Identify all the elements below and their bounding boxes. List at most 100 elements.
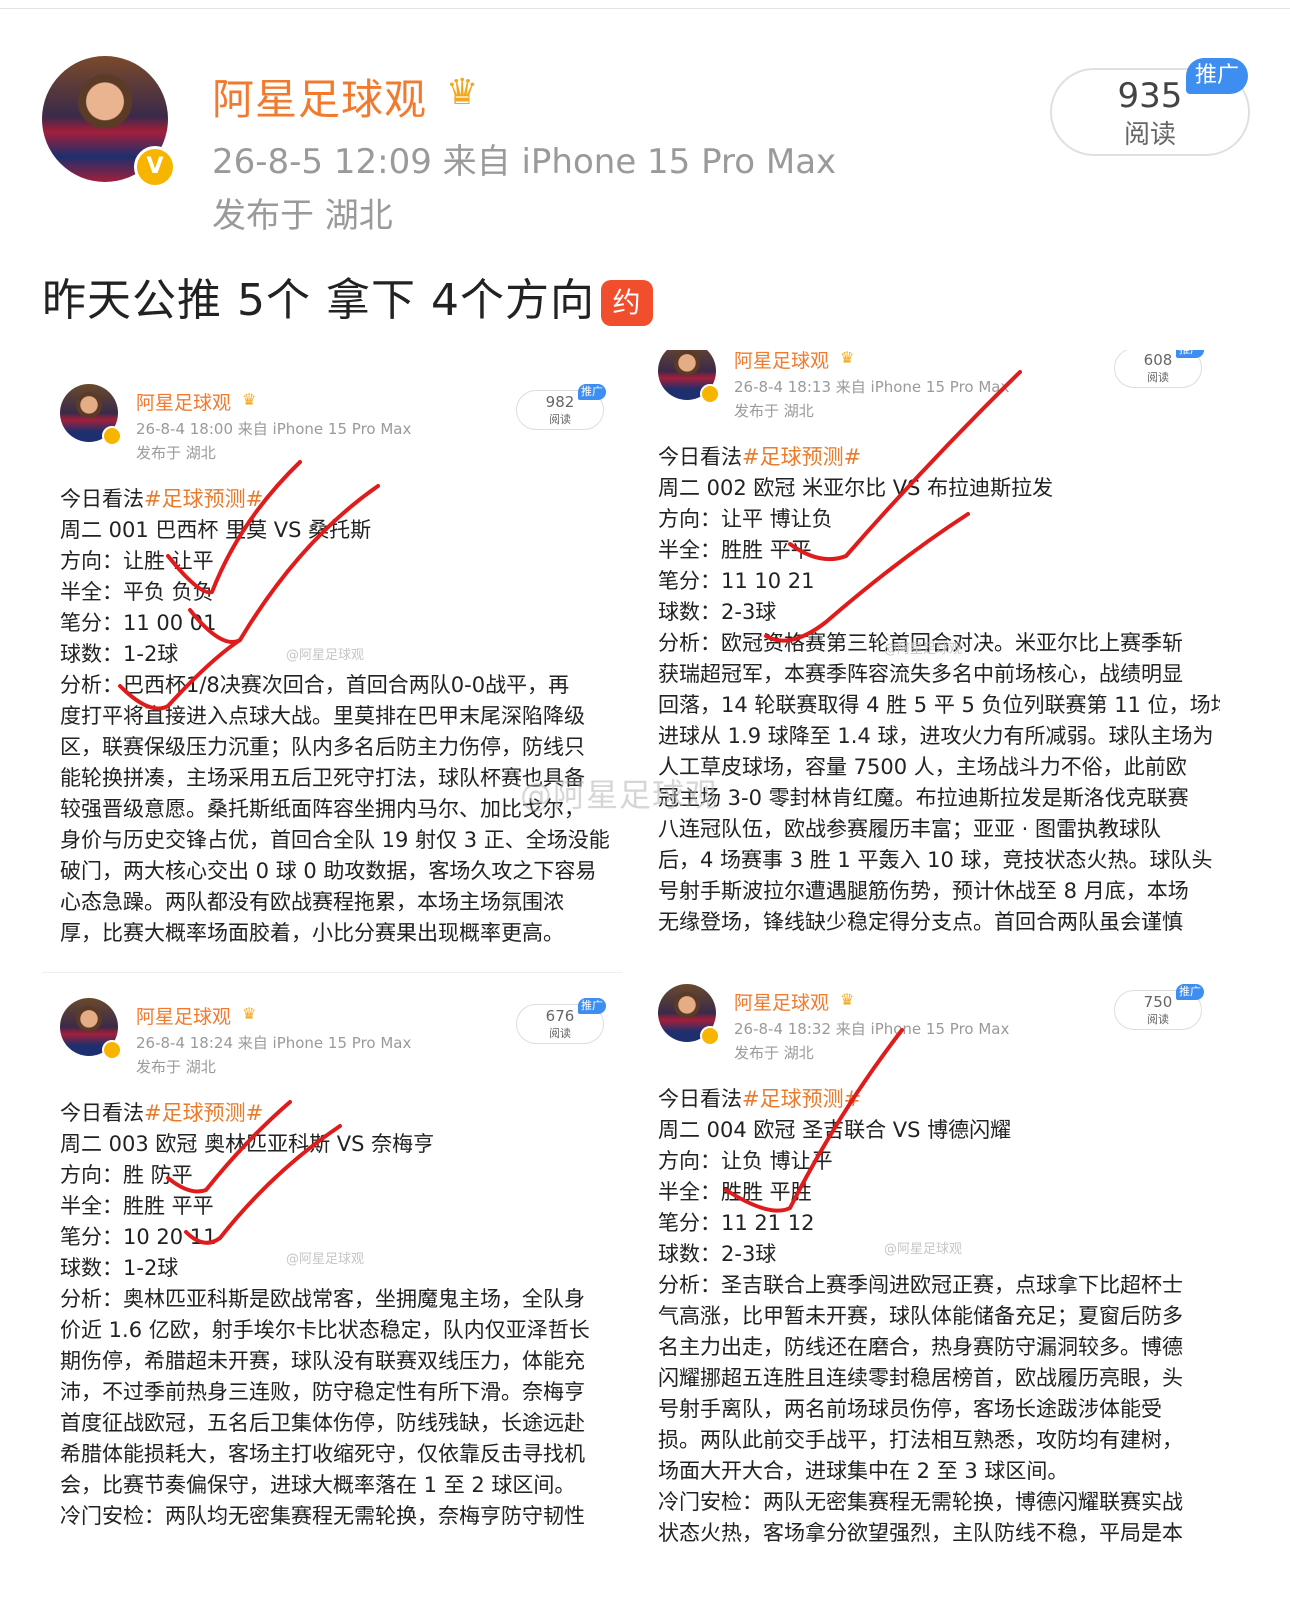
card-line: 会，比赛节奏偏保守，进球大概率落在 1 至 2 球区间。 [60, 1473, 576, 1497]
card-line: 获瑞超冠军，本赛季阵容流失多名中前场核心，战绩明显 [658, 662, 1183, 686]
card-line: 进球从 1.9 球降至 1.4 球，进攻火力有所减弱。球队主场为 [658, 724, 1214, 748]
card-line: 今日看法#足球预测# [60, 484, 610, 515]
card-line: 冷门安检：两队无密集赛程无需轮换，博德闪耀联赛实战 [658, 1490, 1183, 1514]
card-line: 沛，不过季前热身三连败，防守稳定性有所下滑。奈梅亨 [60, 1380, 585, 1404]
card-line: 分析：巴西杯1/8决赛次回合，首回合两队0-0战平，再 [60, 673, 570, 697]
promote-badge[interactable]: 推广 [1186, 58, 1248, 94]
card-meta: 26-8-4 18:13 来自 iPhone 15 Pro Max [734, 378, 1010, 396]
card-location: 发布于 湖北 [734, 402, 814, 420]
card-line: 方向：胜 防平 [60, 1163, 193, 1187]
card-line: 半全：胜胜 平平 [60, 1194, 214, 1218]
card-line: 方向：让负 博让平 [658, 1149, 833, 1173]
screenshot-card-2[interactable]: 阿星足球观 ♛ 26-8-4 18:13 来自 iPhone 15 Pro Max 发… [654, 350, 1220, 970]
post-location: 发布于 湖北 [212, 196, 393, 236]
card-line: 回落，14 轮联赛取得 4 胜 5 平 5 负位列联赛第 11 位，场均 [658, 693, 1220, 717]
card-line: 希腊体能损耗大，客场主打收缩死守，仅依靠反击寻找机 [60, 1442, 585, 1466]
card-line: 方向：让胜 让平 [60, 549, 214, 573]
card-line: 价近 1.6 亿欧，射手埃尔卡比状态稳定，队内仅亚泽哲长 [60, 1318, 590, 1342]
card-promote-badge: 推广 [578, 384, 606, 400]
card-line: 八连冠队伍，欧战参赛履历丰富；亚亚 · 图雷执教球队 [658, 817, 1162, 841]
card-author-name: 阿星足球观 [734, 992, 830, 1014]
post-meta: 26-8-5 12:09 来自 iPhone 15 Pro Max [212, 142, 837, 182]
card-line: 损。两队此前交手战平，打法相互熟悉，攻防均有建树， [658, 1428, 1183, 1452]
card-line: 周二 002 欧冠 米亚尔比 VS 布拉迪斯拉发 [658, 476, 1054, 500]
card-line: 冠主场 3-0 零封林肯红魔。布拉迪斯拉发是斯洛伐克联赛 [658, 786, 1189, 810]
topic-hashtag[interactable]: #足球预测# [144, 1101, 263, 1125]
post-headline: 昨天公推 5个 拿下 4个方向约 [42, 264, 653, 328]
card-read-label: 阅读 [549, 413, 571, 426]
yue-emoji-icon: 约 [600, 280, 653, 326]
verified-badge-icon: V [134, 146, 176, 188]
card-line: 破门，两大核心交出 0 球 0 助攻数据，客场久攻之下容易 [60, 859, 597, 883]
card-line: 方向：让平 博让负 [658, 507, 833, 531]
card-line: 名主力出走，防线还在磨合，热身赛防守漏洞较多。博德 [658, 1335, 1183, 1359]
screenshot-card-1[interactable]: 阿星足球观 ♛ 26-8-4 18:00 来自 iPhone 15 Pro Max 发… [56, 376, 622, 976]
card-line: 场面大开大合，进球集中在 2 至 3 球区间。 [658, 1459, 1069, 1483]
card-line-prefix: 今日看法 [60, 1101, 144, 1125]
card-line: 球数：2-3球 [658, 600, 777, 624]
card-line: 半全：平负 负负 [60, 580, 214, 604]
card-line: 半全：胜胜 平平 [658, 538, 812, 562]
card-body: 今日看法#足球预测# 周二 003 欧冠 奥林匹亚科斯 VS 奈梅亨 方向：胜 防平… [60, 1098, 590, 1532]
crown-icon: ♛ [242, 390, 257, 409]
card-author-name: 阿星足球观 [136, 392, 232, 414]
card-line-prefix: 今日看法 [658, 445, 742, 469]
card-line: 无缘登场，锋线缺少稳定得分支点。首回合两队虽会谨慎 [658, 910, 1183, 934]
card-line: 周二 003 欧冠 奥林匹亚科斯 VS 奈梅亨 [60, 1132, 435, 1156]
top-divider [0, 8, 1290, 9]
crown-icon: ♛ [242, 1004, 257, 1023]
card-line: 周二 001 巴西杯 里莫 VS 桑托斯 [60, 518, 372, 542]
image-watermark: @阿星足球观 [520, 776, 719, 814]
card-line: 心态急躁。两队都没有欧战赛程拖累，本场主场氛围浓 [60, 890, 564, 914]
crown-icon: ♛ [446, 72, 479, 113]
card-body: 今日看法#足球预测# 周二 001 巴西杯 里莫 VS 桑托斯 方向：让胜 让平 半全… [60, 484, 610, 949]
card-meta: 26-8-4 18:32 来自 iPhone 15 Pro Max [734, 1020, 1010, 1038]
card-line: 后，4 场赛事 3 胜 1 平轰入 10 球，竞技状态火热。球队头 [658, 848, 1213, 872]
grid-divider [42, 972, 622, 973]
card-line: 厚，比赛大概率场面胶着，小比分赛果出现概率更高。 [60, 921, 564, 945]
card-line: 笔分：11 10 21 [658, 569, 815, 593]
verified-badge-icon [700, 384, 720, 404]
card-line-prefix: 今日看法 [658, 1087, 742, 1111]
card-line-prefix: 今日看法 [60, 487, 144, 511]
card-body: 今日看法#足球预测# 周二 002 欧冠 米亚尔比 VS 布拉迪斯拉发 方向：让平 … [658, 442, 1220, 938]
card-line: 度打平将直接进入点球大战。里莫排在巴甲末尾深陷降级 [60, 704, 585, 728]
card-line: 期伤停，希腊超未开赛，球队没有联赛双线压力，体能充 [60, 1349, 585, 1373]
topic-hashtag[interactable]: #足球预测# [742, 1087, 861, 1111]
read-label: 阅读 [1123, 120, 1176, 150]
headline-text: 昨天公推 5个 拿下 4个方向 [42, 275, 595, 326]
card-line: 笔分：11 21 12 [658, 1211, 815, 1235]
card-line: 气高涨，比甲暂未开赛，球队体能储备充足；夏窗后防多 [658, 1304, 1183, 1328]
card-line: 冷门安检：两队均无密集赛程无需轮换，奈梅亨防守韧性 [60, 1504, 585, 1528]
card-meta: 26-8-4 18:24 来自 iPhone 15 Pro Max [136, 1034, 412, 1052]
card-line: 周二 004 欧冠 圣吉联合 VS 博德闪耀 [658, 1118, 1012, 1142]
card-line: 人工草皮球场，容量 7500 人，主场战斗力不俗，此前欧 [658, 755, 1187, 779]
card-watermark: @阿星足球观 [884, 1242, 963, 1257]
card-read-label: 阅读 [549, 1027, 571, 1040]
card-promote-badge: 推广 [1176, 984, 1204, 1000]
card-meta: 26-8-4 18:00 来自 iPhone 15 Pro Max [136, 420, 412, 438]
card-line: 分析：奥林匹亚科斯是欧战常客，坐拥魔鬼主场，全队身 [60, 1287, 585, 1311]
card-body: 今日看法#足球预测# 周二 004 欧冠 圣吉联合 VS 博德闪耀 方向：让负 博让… [658, 1084, 1183, 1549]
card-watermark: @阿星足球观 [884, 642, 963, 657]
crown-icon: ♛ [840, 990, 855, 1009]
author-name[interactable]: 阿星足球观 [212, 66, 427, 127]
card-read-label: 阅读 [1147, 371, 1169, 384]
card-promote-badge: 推广 [1176, 350, 1204, 358]
verified-badge-icon [102, 426, 122, 446]
card-author-name: 阿星足球观 [734, 350, 830, 372]
card-line: 今日看法#足球预测# [658, 442, 1220, 473]
card-line: 状态火热，客场拿分欲望强烈，主队防线不稳，平局是本 [658, 1521, 1183, 1545]
card-watermark: @阿星足球观 [286, 1252, 365, 1267]
card-line: 闪耀挪超五连胜且连续零封稳居榜首，欧战履历亮眼，头 [658, 1366, 1183, 1390]
screenshot-card-4[interactable]: 阿星足球观 ♛ 26-8-4 18:32 来自 iPhone 15 Pro Max 发… [654, 976, 1220, 1556]
card-read-label: 阅读 [1147, 1013, 1169, 1026]
card-location: 发布于 湖北 [136, 1058, 216, 1076]
card-line: 半全：胜胜 平胜 [658, 1180, 812, 1204]
screenshot-card-3[interactable]: 阿星足球观 ♛ 26-8-4 18:24 来自 iPhone 15 Pro Max 发… [56, 990, 622, 1556]
card-watermark: @阿星足球观 [286, 648, 365, 663]
topic-hashtag[interactable]: #足球预测# [742, 445, 861, 469]
card-line: 今日看法#足球预测# [658, 1084, 1183, 1115]
topic-hashtag[interactable]: #足球预测# [144, 487, 263, 511]
card-promote-badge: 推广 [578, 998, 606, 1014]
